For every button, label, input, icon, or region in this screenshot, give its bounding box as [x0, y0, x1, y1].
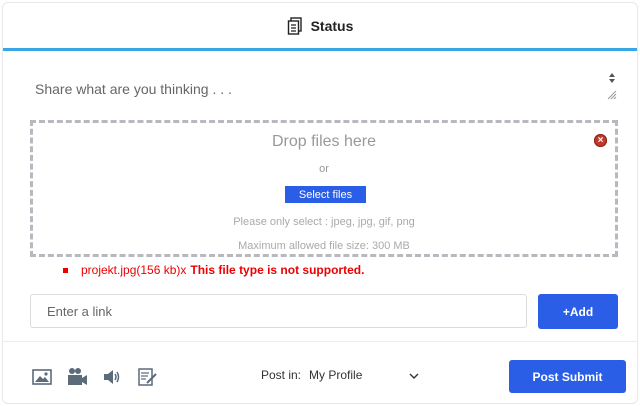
post-in-value: My Profile [309, 368, 363, 382]
link-input[interactable] [30, 294, 527, 328]
card-header: Status [3, 3, 637, 51]
status-placeholder: Share what are you thinking . . . [35, 81, 232, 97]
edit-note-icon[interactable] [136, 366, 158, 388]
post-in-control: Post in: My Profile [261, 368, 419, 382]
dropzone-size-hint: Maximum allowed file size: 300 MB [238, 240, 410, 252]
post-in-label: Post in: [261, 368, 302, 382]
error-bullet [63, 267, 68, 273]
video-camera-icon[interactable] [66, 366, 88, 388]
status-textarea[interactable]: Share what are you thinking . . . [35, 81, 595, 101]
dropzone-title: Drop files here [271, 133, 377, 150]
post-in-select[interactable]: My Profile [309, 368, 419, 382]
textarea-scrollbar[interactable] [606, 71, 618, 101]
error-message: This file type is not supported. [190, 263, 365, 277]
attachment-icons [31, 366, 158, 388]
file-dropzone[interactable]: Drop files here or Select files Please o… [30, 120, 618, 257]
composer-footer: Post in: My Profile Post Submit [3, 341, 637, 403]
chevron-down-icon [409, 368, 419, 382]
error-file-name: projekt.jpg(156 kb)x [81, 263, 187, 277]
status-card: Status Share what are you thinking . . .… [2, 2, 638, 404]
image-icon[interactable] [31, 366, 53, 388]
add-link-button[interactable]: +Add [538, 294, 618, 329]
audio-icon[interactable] [101, 366, 123, 388]
post-submit-button[interactable]: Post Submit [509, 360, 626, 393]
remove-file-icon[interactable]: × [594, 134, 607, 147]
upload-error: projekt.jpg(156 kb)x This file type is n… [63, 263, 364, 277]
dropzone-type-hint: Please only select : jpeg, jpg, gif, png [233, 216, 415, 228]
document-icon [287, 16, 303, 35]
dropzone-or: or [319, 163, 329, 175]
select-files-button[interactable]: Select files [285, 186, 366, 203]
page-title: Status [310, 17, 354, 34]
